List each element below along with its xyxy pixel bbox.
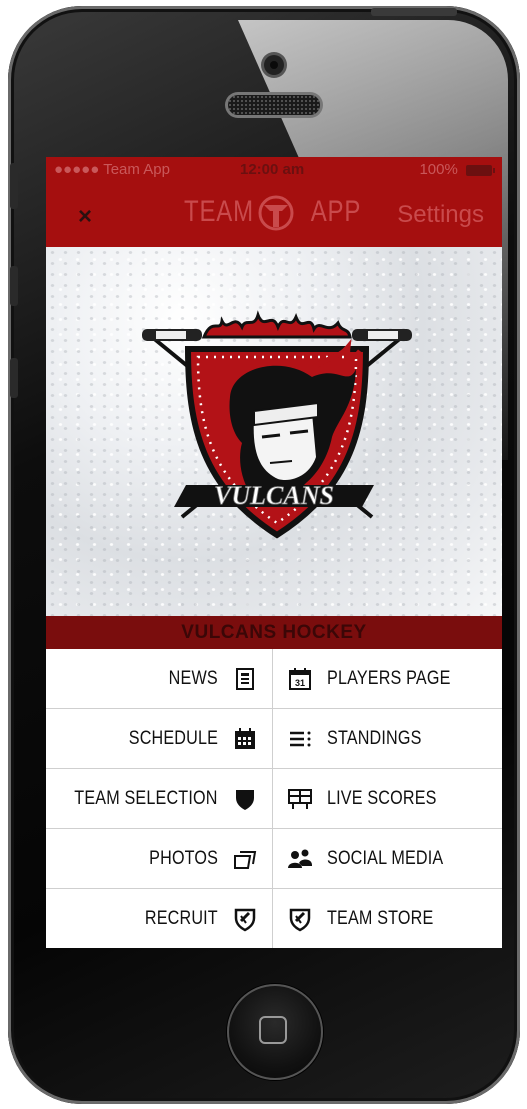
power-button bbox=[371, 8, 457, 16]
badge-icon bbox=[289, 908, 311, 931]
close-button[interactable]: × bbox=[78, 203, 92, 231]
menu-item-label: RECRUIT bbox=[145, 907, 218, 929]
menu-row: TEAM SELECTION LIVE SCORES bbox=[46, 769, 502, 829]
battery-indicator: 100% bbox=[419, 161, 495, 178]
people-icon bbox=[288, 849, 312, 868]
news-icon bbox=[236, 667, 254, 690]
menu-item-label: TEAM STORE bbox=[327, 907, 434, 929]
svg-text:31: 31 bbox=[295, 678, 305, 688]
app-screen: ●●●●● Team App 12:00 am 100% × TEAM APP … bbox=[46, 157, 502, 948]
battery-percent: 100% bbox=[419, 161, 458, 178]
menu-item-news[interactable]: NEWS bbox=[46, 649, 273, 708]
menu-item-label: PLAYERS PAGE bbox=[327, 667, 451, 689]
scoreboard-icon bbox=[288, 788, 312, 809]
menu-row: PHOTOS SOCIAL MEDIA bbox=[46, 829, 502, 889]
volume-down-button bbox=[10, 358, 18, 398]
vulcans-crest-logo: VULCANS bbox=[142, 310, 412, 539]
menu-row: NEWS 31 PLAYERS PAGE bbox=[46, 649, 502, 709]
menu-item-schedule[interactable]: SCHEDULE bbox=[46, 709, 273, 768]
menu-item-players-page[interactable]: 31 PLAYERS PAGE bbox=[273, 649, 502, 708]
calendar-icon: 31 bbox=[289, 667, 311, 690]
menu-item-label: SCHEDULE bbox=[128, 727, 218, 749]
front-camera bbox=[264, 55, 284, 75]
menu-item-live-scores[interactable]: LIVE SCORES bbox=[273, 769, 502, 828]
menu-item-label: TEAM SELECTION bbox=[74, 787, 218, 809]
menu-item-standings[interactable]: STANDINGS bbox=[273, 709, 502, 768]
menu-item-team-store[interactable]: TEAM STORE bbox=[273, 889, 502, 948]
menu-item-label: STANDINGS bbox=[327, 727, 422, 749]
flames bbox=[201, 310, 352, 339]
volume-up-button bbox=[10, 266, 18, 306]
status-time: 12:00 am bbox=[240, 161, 305, 178]
status-bar: ●●●●● Team App 12:00 am 100% bbox=[46, 157, 502, 185]
photos-icon bbox=[234, 850, 257, 869]
menu-item-label: SOCIAL MEDIA bbox=[327, 847, 444, 869]
mute-switch bbox=[10, 163, 18, 209]
hero-banner: VULCANS bbox=[46, 247, 502, 616]
team-name-bar: VULCANS HOCKEY bbox=[46, 616, 502, 649]
carrier-label: ●●●●● Team App bbox=[54, 161, 170, 178]
menu-item-label: NEWS bbox=[168, 667, 218, 689]
menu-item-social-media[interactable]: SOCIAL MEDIA bbox=[273, 829, 502, 888]
menu-item-label: LIVE SCORES bbox=[327, 787, 437, 809]
logo-text-team: TEAM bbox=[184, 195, 254, 228]
logo-text-app: APP bbox=[310, 195, 362, 228]
menu-item-team-selection[interactable]: TEAM SELECTION bbox=[46, 769, 273, 828]
schedule-icon bbox=[235, 727, 255, 749]
team-app-logo-icon bbox=[258, 195, 294, 231]
menu-row: RECRUIT TEAM STORE bbox=[46, 889, 502, 948]
menu-item-photos[interactable]: PHOTOS bbox=[46, 829, 273, 888]
menu-item-recruit[interactable]: RECRUIT bbox=[46, 889, 273, 948]
menu-row: SCHEDULE STANDINGS bbox=[46, 709, 502, 769]
shield-icon bbox=[236, 789, 254, 810]
standings-icon bbox=[290, 731, 311, 746]
battery-icon bbox=[466, 164, 495, 176]
earpiece-speaker bbox=[228, 95, 320, 115]
settings-button[interactable]: Settings bbox=[397, 201, 484, 229]
badge-icon bbox=[234, 908, 256, 931]
home-button[interactable] bbox=[227, 984, 323, 1080]
navigation-bar: × TEAM APP Settings bbox=[46, 185, 502, 247]
vulcans-logo-text: VULCANS bbox=[214, 481, 334, 510]
menu-item-label: PHOTOS bbox=[149, 847, 218, 869]
menu-grid: NEWS 31 PLAYERS PAGE SCHEDULE STANDINGS … bbox=[46, 649, 502, 948]
